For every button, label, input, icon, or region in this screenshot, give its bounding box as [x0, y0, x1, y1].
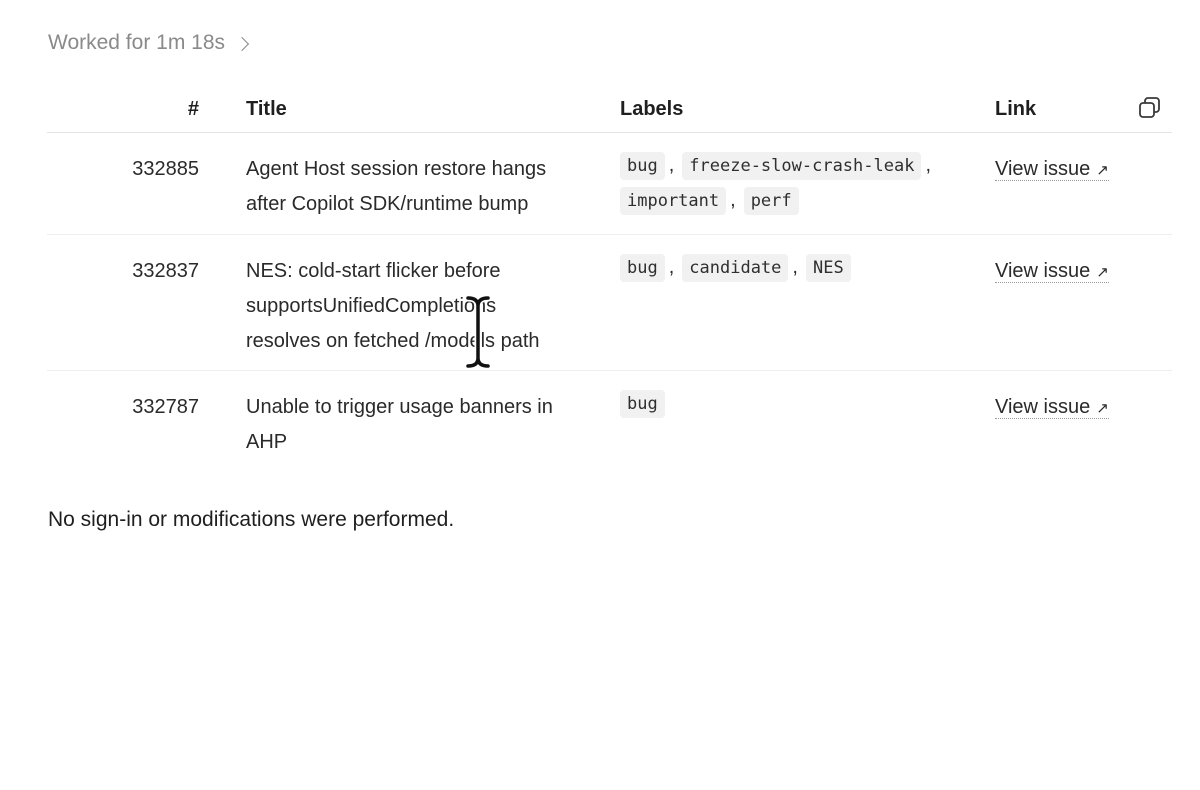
label-pill: NES	[805, 253, 851, 282]
chat-response-panel: Worked for 1m 18s # Title Labels Link 33…	[0, 0, 1200, 790]
issue-link-cell: View issue ↗	[995, 390, 1109, 426]
view-issue-label: View issue	[995, 260, 1091, 282]
issue-link-cell: View issue ↗	[995, 254, 1109, 290]
table-row: 332837 NES: cold-start flicker before su…	[47, 235, 1172, 371]
view-issue-link[interactable]: View issue ↗	[995, 396, 1109, 419]
issue-title: NES: cold-start flicker before supportsU…	[246, 260, 540, 352]
table-row: 332787 Unable to trigger usage banners i…	[47, 371, 1172, 471]
column-header-labels: Labels	[620, 98, 684, 120]
issues-table: # Title Labels Link 332885 Agent Host se…	[47, 84, 1172, 471]
label-pill: perf	[743, 186, 799, 215]
view-issue-link[interactable]: View issue ↗	[995, 260, 1109, 283]
view-issue-link[interactable]: View issue ↗	[995, 158, 1109, 181]
view-issue-label: View issue	[995, 158, 1091, 180]
label-pill: bug	[620, 253, 665, 282]
issue-labels: bug	[620, 388, 965, 419]
external-link-arrow-icon: ↗	[1096, 400, 1109, 417]
column-header-number: #	[187, 98, 199, 120]
label-pill: freeze-slow-crash-leak	[682, 151, 922, 180]
summary-note: No sign-in or modifications were perform…	[48, 508, 455, 531]
external-link-arrow-icon: ↗	[1096, 264, 1109, 281]
issue-labels: bug, freeze-slow-crash-leak, important, …	[620, 150, 965, 216]
copy-table-button[interactable]	[1137, 95, 1163, 121]
table-header: # Title Labels Link	[47, 84, 1172, 133]
view-issue-label: View issue	[995, 396, 1091, 418]
label-pill: bug	[620, 151, 665, 180]
column-header-link: Link	[995, 98, 1037, 120]
label-pill: bug	[620, 389, 665, 418]
copy-icon	[1139, 97, 1160, 118]
chevron-right-icon	[234, 36, 250, 51]
issue-title: Agent Host session restore hangs after C…	[246, 158, 547, 215]
worked-duration-label: Worked for 1m 18s	[48, 31, 226, 54]
issue-title: Unable to trigger usage banners in AHP	[246, 396, 553, 453]
issue-number: 332837	[132, 260, 199, 282]
external-link-arrow-icon: ↗	[1096, 162, 1109, 179]
issue-number: 332787	[132, 396, 199, 418]
label-pill: candidate	[682, 253, 789, 282]
issue-labels: bug, candidate, NES	[620, 252, 965, 283]
worked-duration-toggle[interactable]: Worked for 1m 18s	[48, 31, 250, 55]
issue-number: 332885	[132, 158, 199, 180]
label-pill: important	[620, 186, 727, 215]
issue-link-cell: View issue ↗	[995, 152, 1109, 188]
table-row: 332885 Agent Host session restore hangs …	[47, 133, 1172, 235]
column-header-title: Title	[246, 98, 287, 120]
